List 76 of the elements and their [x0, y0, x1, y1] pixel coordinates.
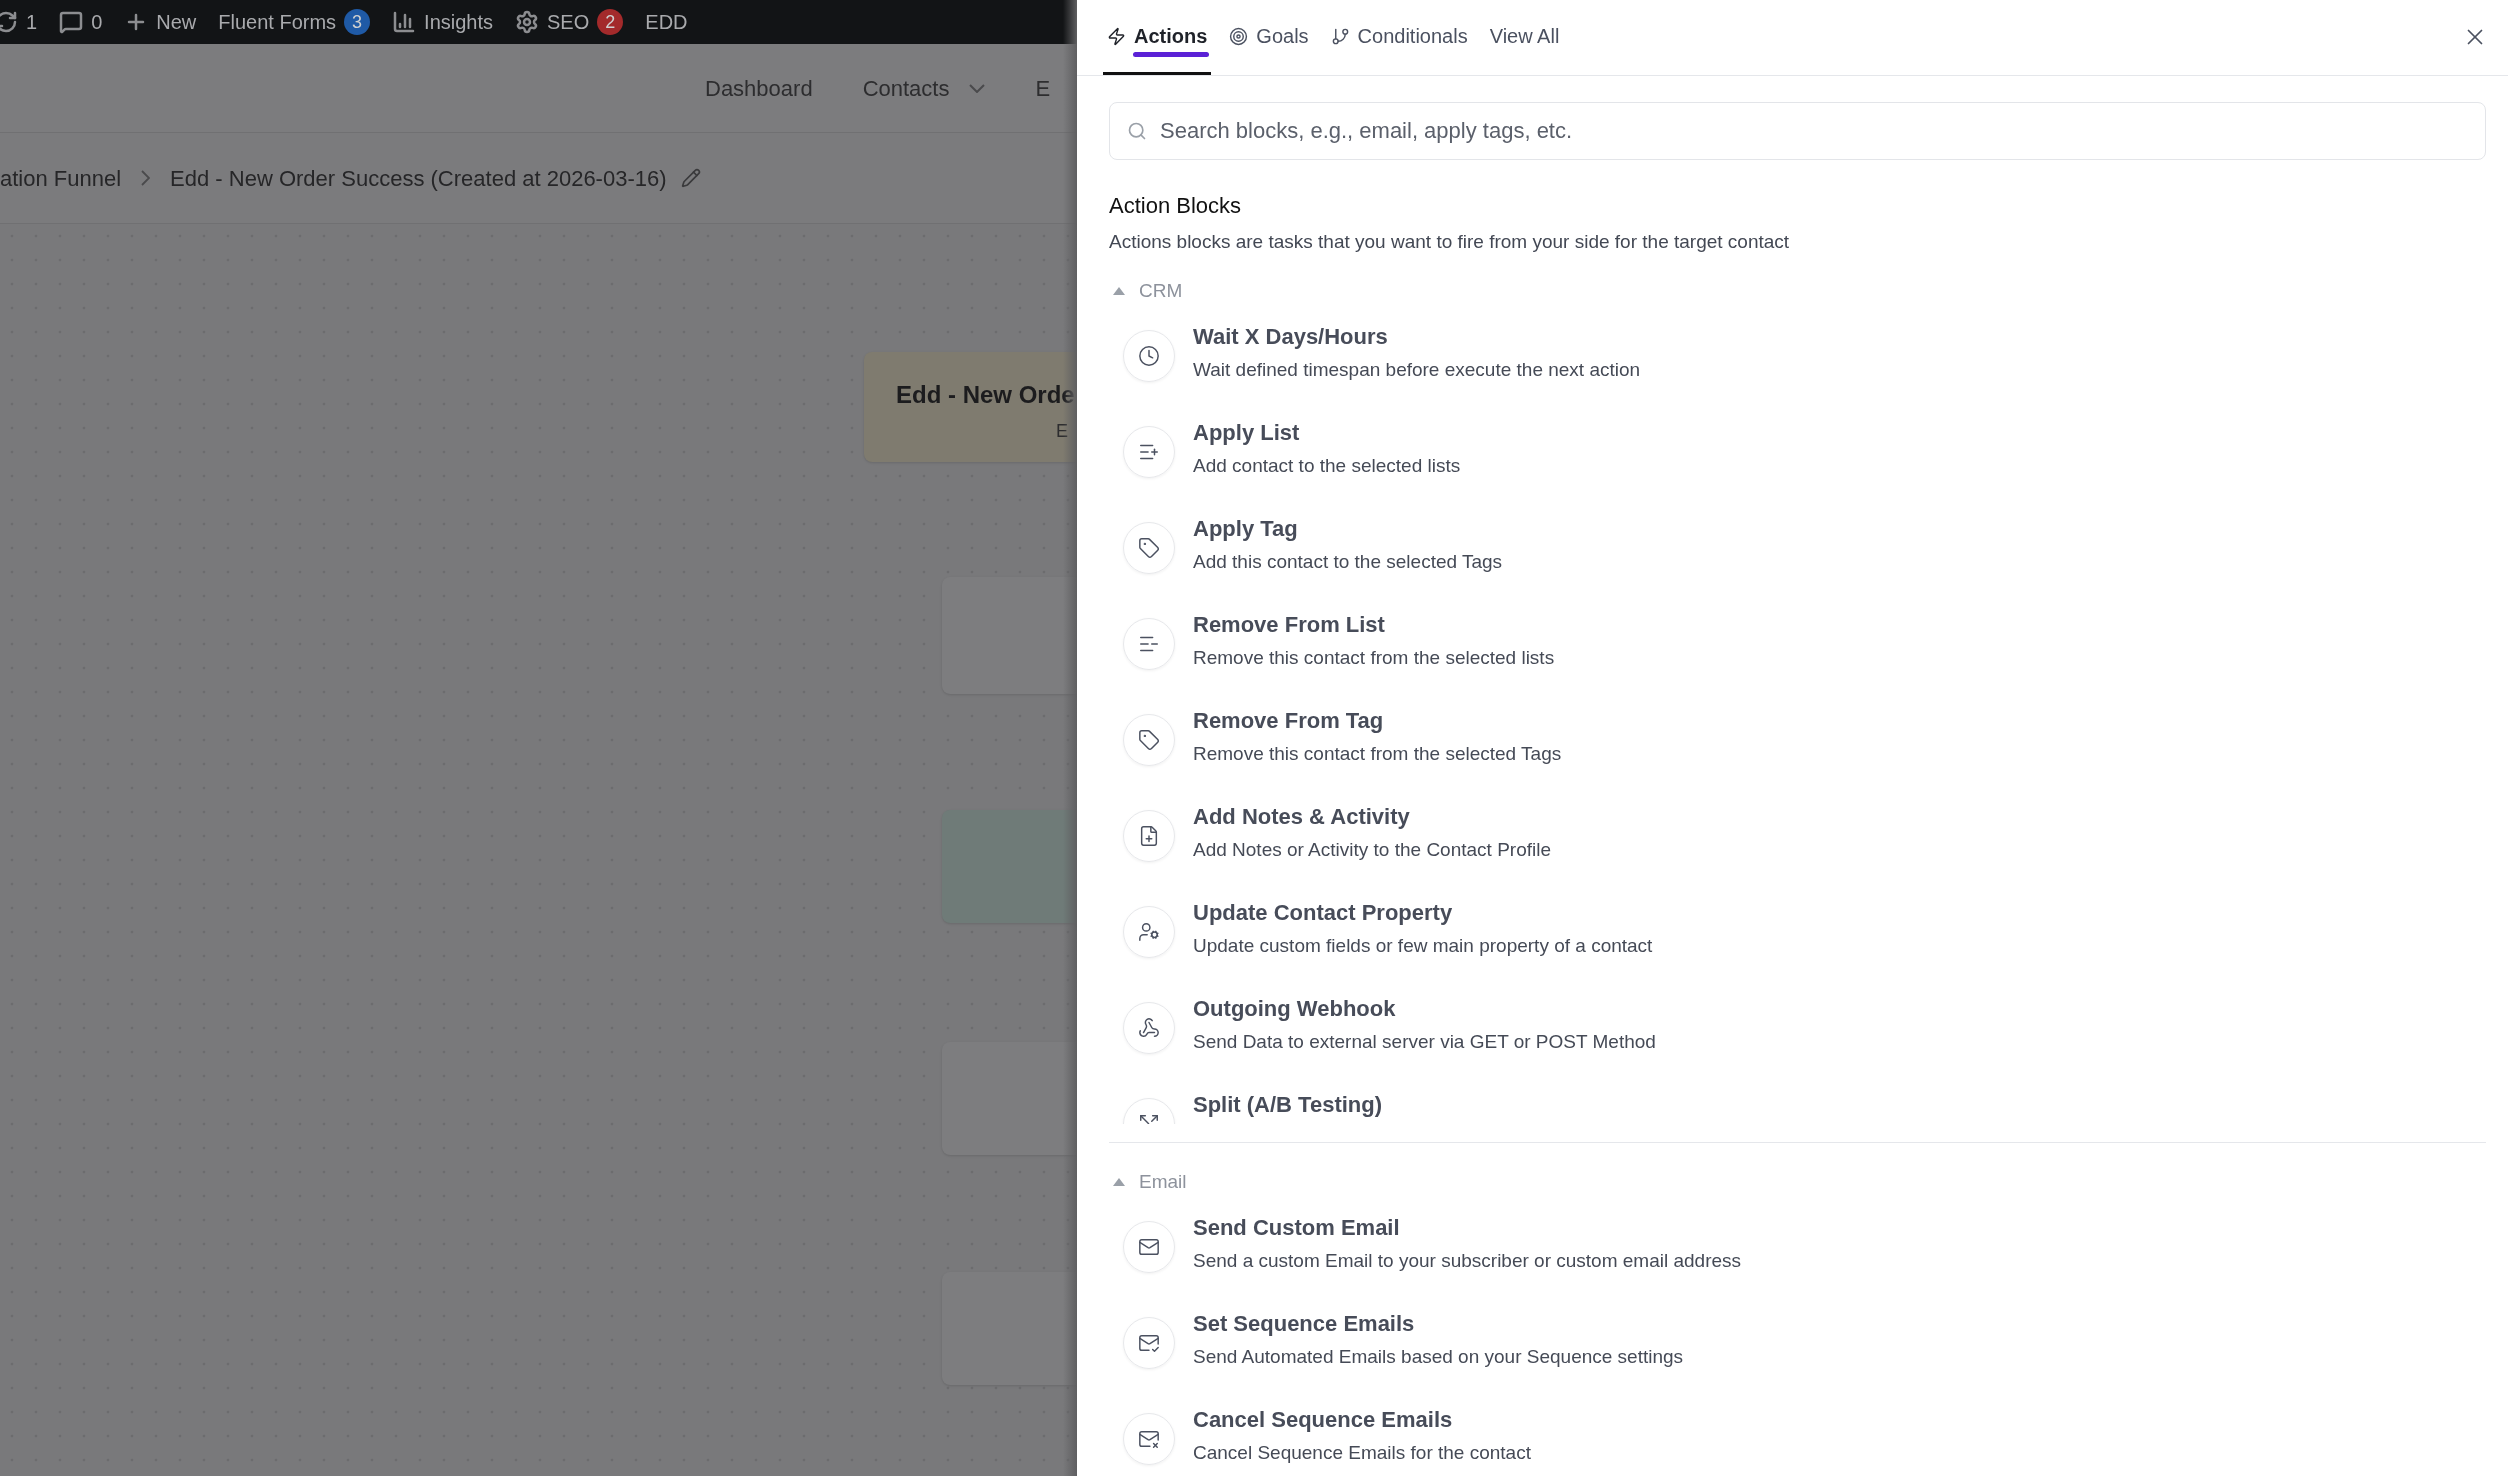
action-block-item[interactable]: Set Sequence Emails Send Automated Emails based on your Sequence settings: [1109, 1311, 2486, 1407]
action-block-item[interactable]: Outgoing Webhook Send Data to external server via GET or POST Method: [1109, 996, 2486, 1092]
envelope-icon: [1138, 1236, 1160, 1258]
action-block-item[interactable]: Remove From Tag Remove this contact from the selected Tags: [1109, 708, 2486, 804]
admin-bar-link[interactable]: 0: [59, 7, 103, 37]
note-plus-icon: [1138, 825, 1160, 847]
block-title: Remove From Tag: [1193, 708, 1385, 734]
user-gear-icon: [1138, 921, 1160, 943]
search-icon: [1127, 121, 1147, 141]
tab[interactable]: Conditionals: [1326, 0, 1472, 75]
bolt-icon: [1107, 26, 1126, 46]
breadcrumb-current: Edd - New Order Success (Created at 2026-03-16): [170, 164, 667, 193]
block-description: Wait defined timespan before execute the next action: [1193, 358, 1641, 382]
block-title: Cancel Sequence Emails: [1193, 1407, 1454, 1433]
tag-icon: [1138, 729, 1160, 751]
count-badge: 3: [344, 9, 371, 35]
block-description: Remove this contact from the selected Tags: [1193, 742, 1562, 766]
action-block-item[interactable]: Cancel Sequence Emails Cancel Sequence Emails for the contact: [1109, 1407, 2486, 1476]
caret-up-icon: [1113, 1178, 1125, 1186]
action-block-item[interactable]: Apply Tag Add this contact to the selected Tags: [1109, 516, 2486, 612]
block-description: Send Automated Emails based on your Sequence settings: [1193, 1345, 1684, 1369]
tab[interactable]: Actions: [1103, 0, 1212, 75]
block-description: Send a custom Email to your subscriber or custom email address: [1193, 1249, 1742, 1273]
block-description: Add this contact to the selected Tags: [1193, 550, 1503, 574]
block-title: Apply Tag: [1193, 516, 1299, 542]
workflow-node[interactable]: Edd - New Orde E: [864, 352, 1077, 462]
admin-bar-link[interactable]: 1: [0, 7, 38, 37]
block-description: Remove this contact from the selected lists: [1193, 646, 1555, 670]
bar-chart-icon: [392, 10, 417, 34]
refresh-icon: [0, 10, 18, 34]
tab[interactable]: Goals: [1225, 0, 1313, 75]
pencil-icon[interactable]: [680, 168, 701, 188]
block-title: Split (A/B Testing): [1193, 1092, 1383, 1118]
action-block-item[interactable]: Send Custom Email Send a custom Email to your subscriber or custom email address: [1109, 1215, 2486, 1311]
webhook-icon: [1138, 1017, 1160, 1039]
action-block-item[interactable]: Remove From List Remove this contact from the selected lists: [1109, 612, 2486, 708]
block-title: Send Custom Email: [1193, 1215, 1401, 1241]
branch-icon: [1330, 26, 1350, 46]
envelope-x-icon: [1138, 1428, 1160, 1450]
section-title: Action Blocks: [1109, 192, 1243, 220]
action-block-item[interactable]: Add Notes & Activity Add Notes or Activity to the Contact Profile: [1109, 804, 2486, 900]
node-title: Edd - New Orde: [896, 380, 1075, 410]
block-title: Outgoing Webhook: [1193, 996, 1397, 1022]
block-description: Update custom fields or few main property of a contact: [1193, 934, 1653, 958]
admin-bar-link[interactable]: Fluent Forms 3: [218, 7, 371, 37]
count-badge: 2: [597, 9, 624, 35]
action-block-item[interactable]: Update Contact Property Update custom fields or few main property of a contact: [1109, 900, 2486, 996]
block-title: Wait X Days/Hours: [1193, 324, 1389, 350]
action-block-item[interactable]: Wait X Days/Hours Wait defined timespan before execute the next action: [1109, 324, 2486, 420]
comment-icon: [59, 10, 84, 34]
target-icon: [1229, 26, 1249, 46]
gear-icon: [515, 10, 540, 34]
caret-up-icon: [1113, 287, 1125, 295]
admin-bar-link[interactable]: EDD: [645, 7, 688, 37]
block-description: Add Notes or Activity to the Contact Profile: [1193, 838, 1551, 862]
node-subtitle: E: [1056, 420, 1068, 443]
clock-icon: [1138, 345, 1160, 367]
admin-bar-link[interactable]: SEO 2: [515, 7, 624, 37]
block-description: Add contact to the selected lists: [1193, 454, 1461, 478]
envelope-check-icon: [1138, 1332, 1160, 1354]
admin-bar-link[interactable]: Insights: [392, 7, 494, 37]
tab[interactable]: View All: [1485, 0, 1564, 75]
tag-icon: [1138, 537, 1160, 559]
block-title: Add Notes & Activity: [1193, 804, 1411, 830]
block-title: Update Contact Property: [1193, 900, 1454, 926]
block-title: Remove From List: [1193, 612, 1386, 638]
admin-bar-link[interactable]: New: [124, 7, 197, 37]
block-description: Cancel Sequence Emails for the contact: [1193, 1441, 1531, 1465]
block-title: Apply List: [1193, 420, 1301, 446]
search-field[interactable]: Search blocks, e.g., email, apply tags, etc.: [1109, 102, 2486, 160]
block-description: Send Data to external server via GET or POST Method: [1193, 1030, 1656, 1054]
chevron-right-icon: [141, 170, 151, 186]
block-title: Set Sequence Emails: [1193, 1311, 1416, 1337]
section-description: Actions blocks are tasks that you want to fire from your side for the target contact: [1109, 230, 1791, 254]
action-block-item[interactable]: Apply List Add contact to the selected lists: [1109, 420, 2486, 516]
breadcrumb-link[interactable]: ation Funnel: [0, 161, 122, 195]
